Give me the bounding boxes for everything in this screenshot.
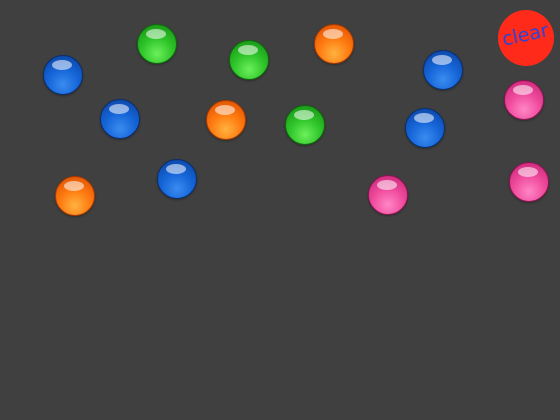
- ball-blue: [405, 108, 445, 148]
- ball-blue: [423, 50, 463, 90]
- ball-orange: [314, 24, 354, 64]
- ball-pink: [368, 175, 408, 215]
- ball-pink: [504, 80, 544, 120]
- ball-green: [137, 24, 177, 64]
- ball-pink: [509, 162, 549, 202]
- ball-green: [285, 105, 325, 145]
- ball-blue: [43, 55, 83, 95]
- ball-blue: [157, 159, 197, 199]
- ball-orange: [55, 176, 95, 216]
- game-stage[interactable]: clear: [0, 0, 560, 420]
- ball-blue: [100, 99, 140, 139]
- clear-button[interactable]: clear: [498, 10, 554, 66]
- ball-green: [229, 40, 269, 80]
- clear-button-label: clear: [500, 19, 551, 51]
- ball-orange: [206, 100, 246, 140]
